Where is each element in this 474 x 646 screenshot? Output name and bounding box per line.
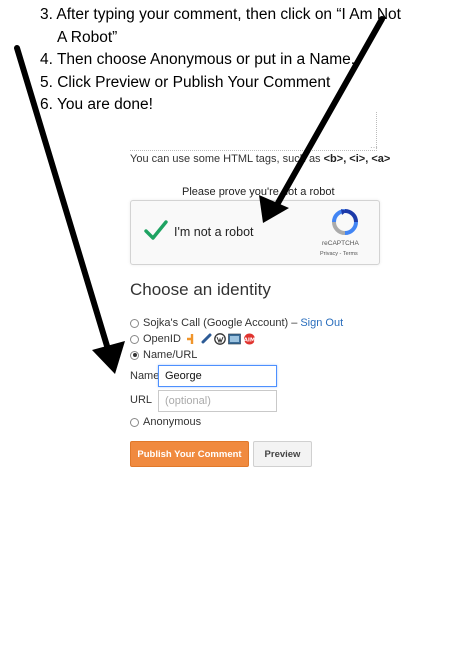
html-tags-examples: <b>, <i>, <a> (323, 153, 391, 165)
identity-option-name-url-label: Name/URL (143, 349, 198, 361)
recaptcha-widget[interactable]: I'm not a robot reCAPTCHA Privacy - Term… (130, 200, 380, 265)
url-label: URL (130, 394, 153, 406)
preview-button[interactable]: Preview (253, 441, 312, 467)
aim-icon[interactable]: AIM (243, 333, 256, 345)
comment-textarea[interactable] (130, 112, 377, 151)
url-field[interactable]: (optional) (158, 390, 277, 412)
typepad-icon[interactable] (228, 333, 241, 345)
identity-option-google-label: Sojka's Call (Google Account) – (143, 317, 298, 329)
checkmark-icon[interactable] (144, 219, 168, 246)
recaptcha-brand: reCAPTCHA (322, 240, 359, 247)
resize-grip-icon[interactable]: ⋯ (370, 143, 378, 152)
livejournal-icon[interactable] (200, 333, 212, 345)
instruction-step-5: 5. Click Preview or Publish Your Comment (40, 73, 331, 91)
radio-anonymous[interactable] (130, 417, 139, 427)
identity-option-google[interactable]: Sojka's Call (Google Account) – Sign Out (130, 317, 343, 329)
html-tags-hint: You can use some HTML tags, such as <b>,… (130, 153, 390, 165)
recaptcha-logo-icon (331, 208, 359, 241)
instruction-step-3-cont: A Robot” (57, 28, 118, 46)
identity-heading: Choose an identity (130, 280, 271, 299)
instruction-step-3: 3. After typing your comment, then click… (40, 6, 401, 23)
identity-option-openid-label: OpenID (143, 333, 181, 345)
blogger-icon[interactable] (186, 333, 198, 345)
instruction-step-4: 4. Then choose Anonymous or put in a Nam… (40, 51, 356, 68)
recaptcha-privacy-terms[interactable]: Privacy - Terms (320, 251, 358, 257)
wordpress-icon[interactable] (214, 333, 226, 345)
identity-option-anonymous-label: Anonymous (143, 416, 202, 428)
openid-provider-icons: AIM (186, 333, 256, 345)
identity-option-openid[interactable]: OpenID AIM (130, 333, 256, 345)
sign-out-link[interactable]: Sign Out (300, 317, 343, 329)
identity-option-anonymous[interactable]: Anonymous (130, 416, 201, 428)
radio-google[interactable] (130, 318, 139, 328)
captcha-label: I'm not a robot (174, 225, 254, 239)
name-field[interactable]: George (158, 365, 277, 387)
captcha-prompt: Please prove you're not a robot (182, 186, 335, 198)
identity-option-name-url[interactable]: Name/URL (130, 349, 197, 361)
svg-text:AIM: AIM (244, 337, 256, 343)
html-tags-prefix: You can use some HTML tags, such as (130, 153, 321, 165)
instructions: 3. After typing your comment, then click… (40, 4, 440, 117)
radio-openid[interactable] (130, 334, 139, 344)
name-label: Name (130, 370, 160, 382)
publish-comment-button[interactable]: Publish Your Comment (130, 441, 249, 467)
radio-name-url[interactable] (130, 350, 139, 360)
